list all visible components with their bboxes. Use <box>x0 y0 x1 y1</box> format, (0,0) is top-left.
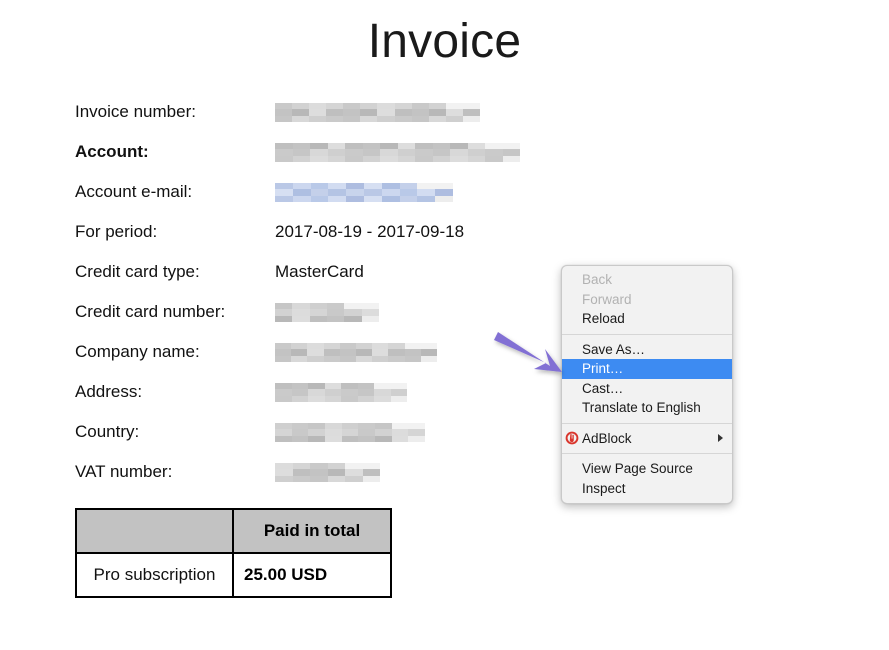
redacted-value-block <box>275 463 380 482</box>
table-row: Pro subscription 25.00 USD <box>75 552 392 598</box>
redacted-value-block <box>275 103 480 122</box>
table-header-row: Paid in total <box>75 508 392 554</box>
menu-separator <box>562 333 732 335</box>
menu-item-label: Save As… <box>582 341 646 357</box>
menu-item-label: Translate to English <box>582 400 701 415</box>
menu-item-cast[interactable]: Cast… <box>562 379 732 399</box>
menu-item-inspect[interactable]: Inspect <box>562 479 732 499</box>
redacted-value-block <box>275 183 453 202</box>
invoice-field-value: 2017-08-19 - 2017-09-18 <box>275 222 465 241</box>
menu-item-translate-to-english[interactable]: Translate to English <box>562 398 732 418</box>
totals-table: Paid in total Pro subscription 25.00 USD <box>75 508 392 598</box>
invoice-field-label: Country: <box>75 422 140 441</box>
redacted-value-block <box>275 343 437 362</box>
invoice-field-label: VAT number: <box>75 462 173 481</box>
invoice-field-label: For period: <box>75 222 158 241</box>
redacted-value-block <box>275 383 407 402</box>
invoice-field-row: Country: <box>75 420 545 460</box>
invoice-field-label: Account: <box>75 142 149 161</box>
table-header-blank <box>75 508 234 554</box>
invoice-field-label: Account e-mail: <box>75 182 193 201</box>
page-title: Invoice <box>367 15 522 68</box>
browser-context-menu[interactable]: Back Forward Reload Save As… Print… Cast… Tran… <box>561 265 733 504</box>
redacted-value-block <box>275 423 425 442</box>
table-header-paid-in-total: Paid in total <box>232 508 392 554</box>
table-cell-item: Pro subscription <box>75 552 234 598</box>
invoice-field-row: Company name: <box>75 340 545 380</box>
invoice-field-row: Credit card type: MasterCard <box>75 260 545 300</box>
menu-item-save-as[interactable]: Save As… <box>562 340 732 360</box>
menu-item-print[interactable]: Print… <box>562 359 732 379</box>
menu-item-label: Reload <box>582 311 625 326</box>
menu-separator <box>562 453 732 454</box>
invoice-field-label: Invoice number: <box>75 102 196 121</box>
menu-item-label: Print… <box>582 361 624 376</box>
invoice-field-row: VAT number: <box>75 460 545 500</box>
invoice-field-row: Account e-mail: <box>75 180 545 220</box>
submenu-arrow-icon <box>718 434 723 442</box>
invoice-field-label: Credit card type: <box>75 262 200 281</box>
invoice-field-row: Credit card number: <box>75 300 545 340</box>
menu-item-reload[interactable]: Reload <box>562 309 732 329</box>
redacted-value-block <box>275 143 520 162</box>
menu-item-label: Back <box>582 272 613 287</box>
invoice-field-value: MasterCard <box>275 262 364 281</box>
redacted-value-block <box>275 303 379 322</box>
menu-item-label: Forward <box>582 291 632 307</box>
invoice-field-label: Address: <box>75 382 143 401</box>
invoice-field-label: Credit card number: <box>75 302 226 321</box>
menu-item-back: Back <box>562 270 732 290</box>
invoice-field-row: Account: <box>75 140 545 180</box>
table-cell-amount: 25.00 USD <box>232 552 392 598</box>
menu-item-view-page-source[interactable]: View Page Source <box>562 459 732 479</box>
invoice-field-row: Address: <box>75 380 545 420</box>
menu-item-forward: Forward <box>562 290 732 310</box>
menu-item-label: AdBlock <box>582 430 632 446</box>
adblock-icon <box>565 431 579 445</box>
menu-item-adblock[interactable]: AdBlock <box>562 429 732 449</box>
invoice-field-list: Invoice number: Account: Account e-mail: Fo… <box>75 100 545 500</box>
menu-item-label: View Page Source <box>582 461 693 476</box>
invoice-field-row: For period: 2017-08-19 - 2017-09-18 <box>75 220 545 260</box>
invoice-field-row: Invoice number: <box>75 100 545 140</box>
menu-item-label: Inspect <box>582 480 626 496</box>
menu-item-label: Cast… <box>582 380 624 396</box>
menu-separator <box>562 422 732 424</box>
invoice-field-label: Company name: <box>75 342 200 361</box>
